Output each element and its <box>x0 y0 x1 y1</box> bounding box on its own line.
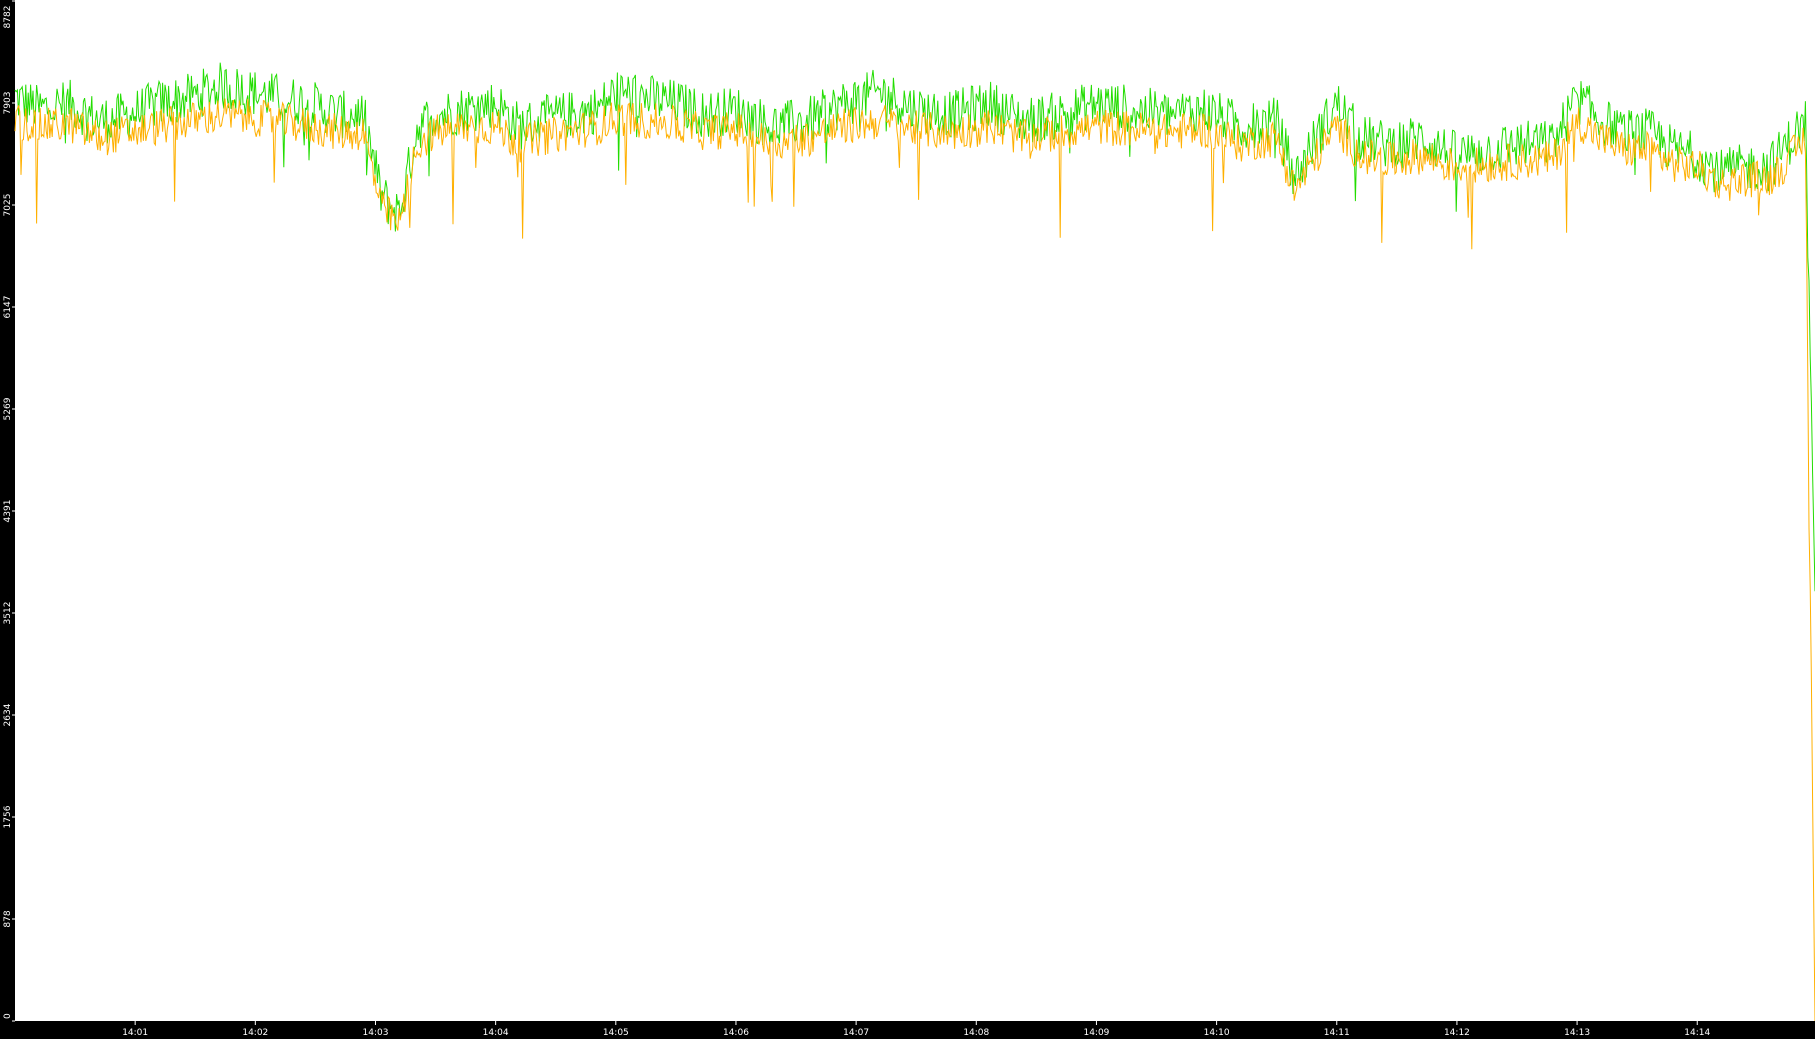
x-tick-label: 14:09 <box>1083 1028 1109 1038</box>
y-tick-label: 2634 <box>3 703 13 726</box>
y-tick-label: 4391 <box>3 500 13 523</box>
x-tick-label: 14:12 <box>1444 1028 1470 1038</box>
x-tick-label: 14:04 <box>483 1028 509 1038</box>
y-tick-label: 1756 <box>3 805 13 828</box>
chart: 0 878 1756 2634 3512 4391 5269 6147 7025 7903 8782… <box>0 0 1815 1039</box>
y-tick-label: 6147 <box>3 296 13 319</box>
x-tick-label: 14:06 <box>723 1028 749 1038</box>
x-tick-label: 14:02 <box>242 1028 268 1038</box>
y-tick-label: 7025 <box>3 194 13 217</box>
x-tick-label: 14:03 <box>363 1028 389 1038</box>
y-tick-label: 3512 <box>3 602 13 625</box>
plot-area <box>15 0 1815 1021</box>
y-tick-label: 5269 <box>3 397 13 420</box>
x-tick-label: 14:08 <box>963 1028 989 1038</box>
x-tick-label: 14:13 <box>1564 1028 1590 1038</box>
y-tick-label: 878 <box>3 910 13 927</box>
x-tick-label: 14:07 <box>843 1028 869 1038</box>
y-tick-label: 0 <box>3 1013 13 1019</box>
x-tick-label: 14:05 <box>603 1028 629 1038</box>
x-tick-label: 14:01 <box>122 1028 148 1038</box>
x-tick-label: 14:14 <box>1684 1028 1710 1038</box>
y-tick-label: 8782 <box>3 6 13 29</box>
x-tick-label: 14:11 <box>1324 1028 1350 1038</box>
x-tick-label: 14:10 <box>1204 1028 1230 1038</box>
y-tick-label: 7903 <box>3 92 13 115</box>
